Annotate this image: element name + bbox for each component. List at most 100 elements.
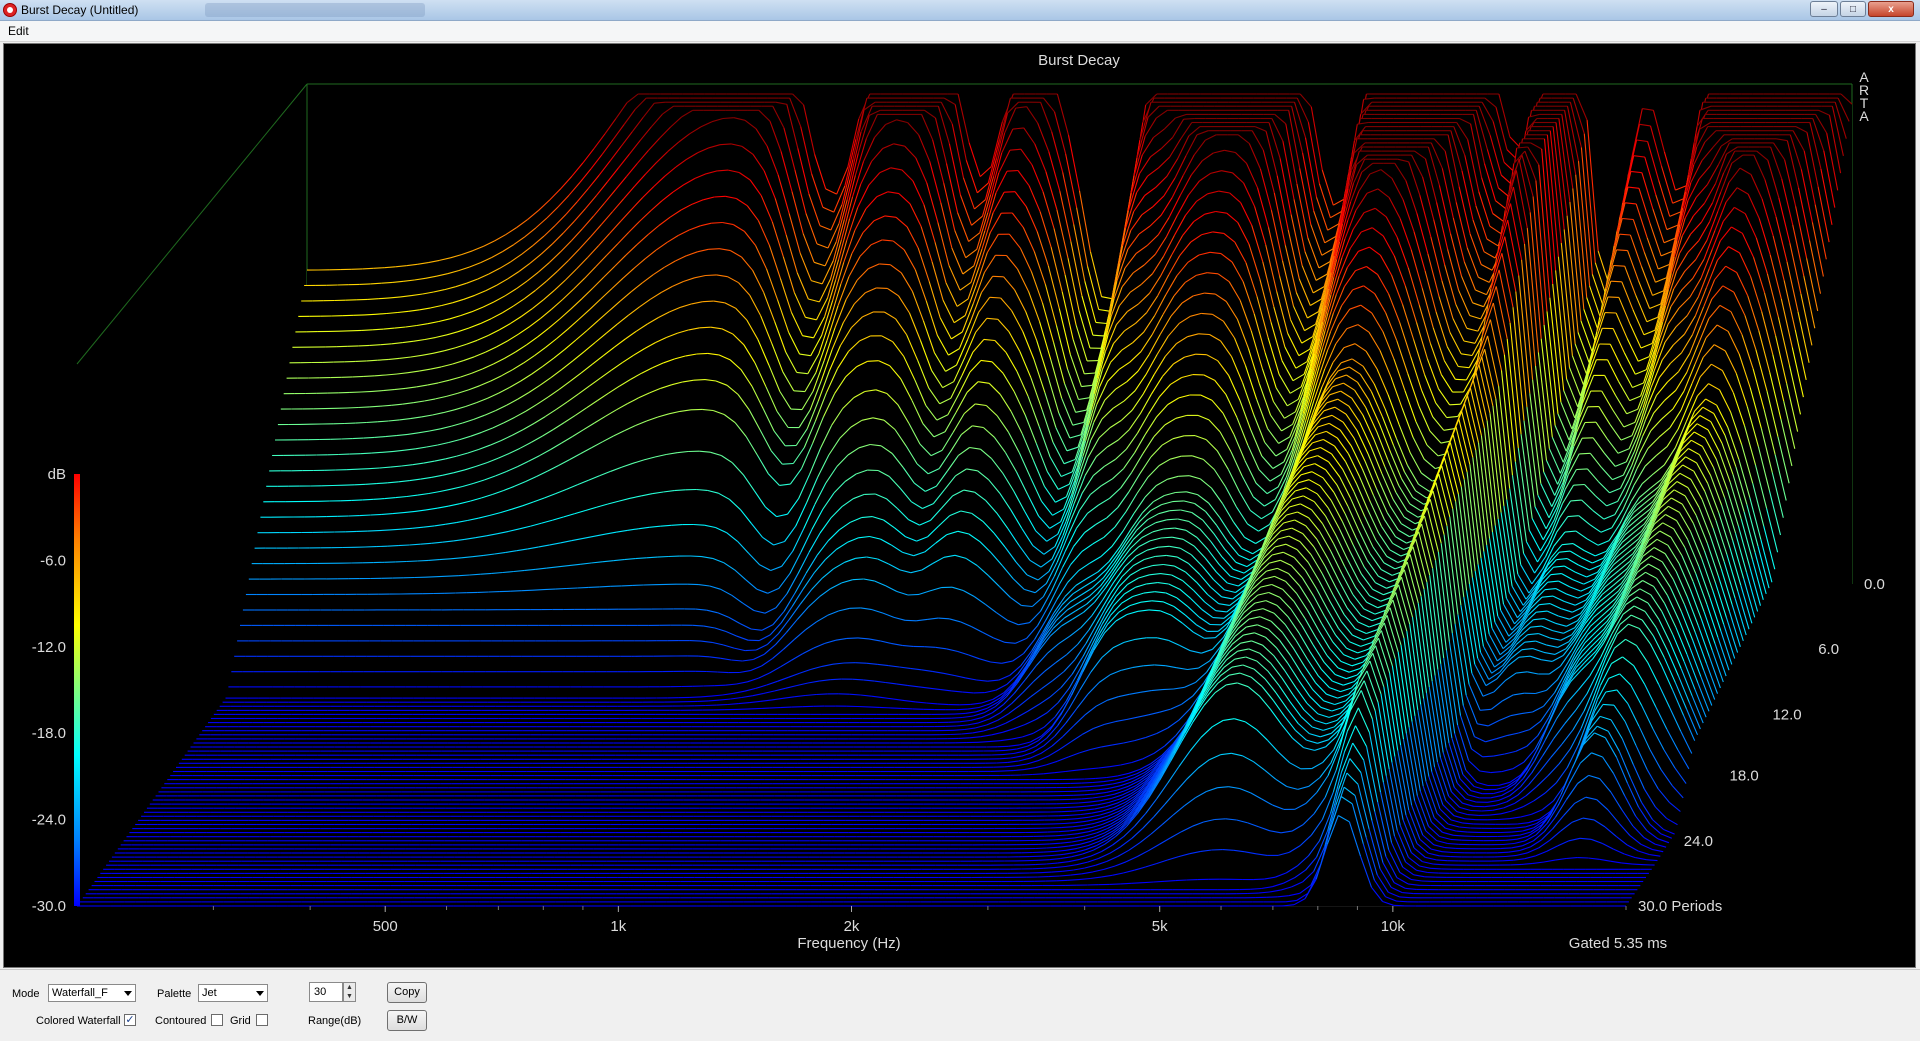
slice-segment — [362, 330, 373, 331]
slice-segment — [522, 590, 533, 591]
slice-segment — [703, 301, 714, 302]
slice-segment — [957, 709, 968, 710]
slice-segment — [373, 329, 384, 330]
slice-segment — [367, 360, 378, 361]
slice-segment — [891, 708, 902, 709]
slice-segment — [1178, 476, 1189, 477]
slice-segment — [352, 500, 363, 501]
slice-segment — [1170, 510, 1181, 511]
slice-segment — [370, 345, 381, 346]
slice-segment — [671, 525, 682, 526]
arta-app-icon[interactable] — [3, 3, 17, 17]
slice-segment — [369, 406, 380, 407]
slice-segment — [359, 284, 370, 285]
slice-segment — [780, 707, 791, 708]
slice-segment — [855, 663, 866, 664]
slice-segment — [782, 464, 793, 465]
slice-segment — [693, 525, 704, 526]
slice-segment — [366, 484, 377, 485]
slice-segment — [511, 591, 522, 592]
slice-segment — [951, 718, 962, 719]
slice-segment — [1608, 297, 1619, 298]
slice-segment — [708, 249, 719, 250]
slice-segment — [1196, 354, 1207, 355]
slice-segment — [758, 708, 769, 709]
slice-segment — [847, 638, 858, 639]
slice-segment — [924, 647, 935, 648]
slice-segment — [869, 707, 880, 708]
slice-segment — [717, 705, 728, 706]
slice-segment — [816, 694, 827, 695]
slice-segment — [1576, 469, 1587, 470]
menu-edit[interactable]: Edit — [8, 24, 29, 38]
slice-segment — [347, 408, 358, 409]
close-button[interactable]: x — [1868, 1, 1914, 17]
slice-segment — [599, 586, 610, 587]
slice-segment — [544, 589, 555, 590]
slice-segment — [711, 223, 722, 224]
slice-segment — [698, 656, 709, 657]
slice-segment — [577, 587, 588, 588]
minimize-button[interactable]: – — [1810, 1, 1838, 17]
slice-segment — [359, 345, 370, 346]
slice-segment — [355, 484, 366, 485]
slice-segment — [366, 422, 377, 423]
slice-segment — [346, 469, 357, 470]
slice-segment — [390, 529, 401, 530]
slice-segment — [356, 361, 367, 362]
slice-segment — [361, 391, 372, 392]
slice-segment — [1184, 119, 1195, 120]
slice-segment — [747, 709, 758, 710]
slice-segment — [657, 557, 668, 558]
slice-segment — [852, 679, 863, 680]
slice-segment — [1199, 334, 1210, 335]
slice-segment — [1455, 379, 1466, 380]
slice-segment — [717, 672, 728, 673]
slice-segment — [360, 453, 371, 454]
slice-segment — [791, 409, 802, 410]
frame-diagonal-line — [77, 84, 307, 364]
slice-segment — [448, 576, 459, 577]
slice-segment — [364, 376, 375, 377]
slice-segment — [1175, 492, 1186, 493]
slice-segment — [714, 196, 725, 197]
slice-segment — [706, 275, 717, 276]
slice-segment — [566, 588, 577, 589]
slice-segment — [371, 514, 382, 515]
menu-bar: Edit — [0, 21, 1920, 42]
slice-segment — [368, 531, 379, 532]
slice-segment — [1574, 485, 1585, 486]
slice-segment — [1004, 192, 1015, 193]
slice-segment — [769, 708, 780, 709]
slice-segment — [1007, 171, 1018, 172]
slice-segment — [905, 620, 916, 621]
slice-segment — [367, 299, 378, 300]
slice-segment — [621, 585, 632, 586]
slice-segment — [360, 515, 371, 516]
slice-segment — [902, 708, 913, 709]
slice-segment — [954, 713, 965, 714]
slice-segment — [700, 327, 711, 328]
slice-segment — [358, 469, 369, 470]
title-bar: Burst Decay (Untitled) – □ x — [0, 0, 1920, 21]
slice-segment — [1093, 335, 1104, 336]
slice-segment — [398, 545, 409, 546]
slice-segment — [993, 276, 1004, 277]
slice-segment — [990, 297, 1001, 298]
slice-segment — [352, 438, 363, 439]
burst-decay-plot: dB-6.0-12.0-18.0-24.0-30.05001k2k5k10k0.… — [3, 43, 1916, 968]
maximize-button[interactable]: □ — [1840, 1, 1866, 17]
slice-segment — [1614, 266, 1625, 267]
slice-segment — [362, 268, 373, 269]
slice-segment — [745, 650, 756, 651]
slice-segment — [1611, 281, 1622, 282]
slice-segment — [533, 590, 544, 591]
slice-segment — [697, 353, 708, 354]
slice-segment — [876, 288, 887, 289]
slice-segment — [908, 594, 919, 595]
slice-segment — [363, 499, 374, 500]
slice-segment — [691, 556, 702, 557]
slice-segment — [868, 361, 879, 362]
slice-segment — [437, 576, 448, 577]
slice-segment — [417, 560, 428, 561]
